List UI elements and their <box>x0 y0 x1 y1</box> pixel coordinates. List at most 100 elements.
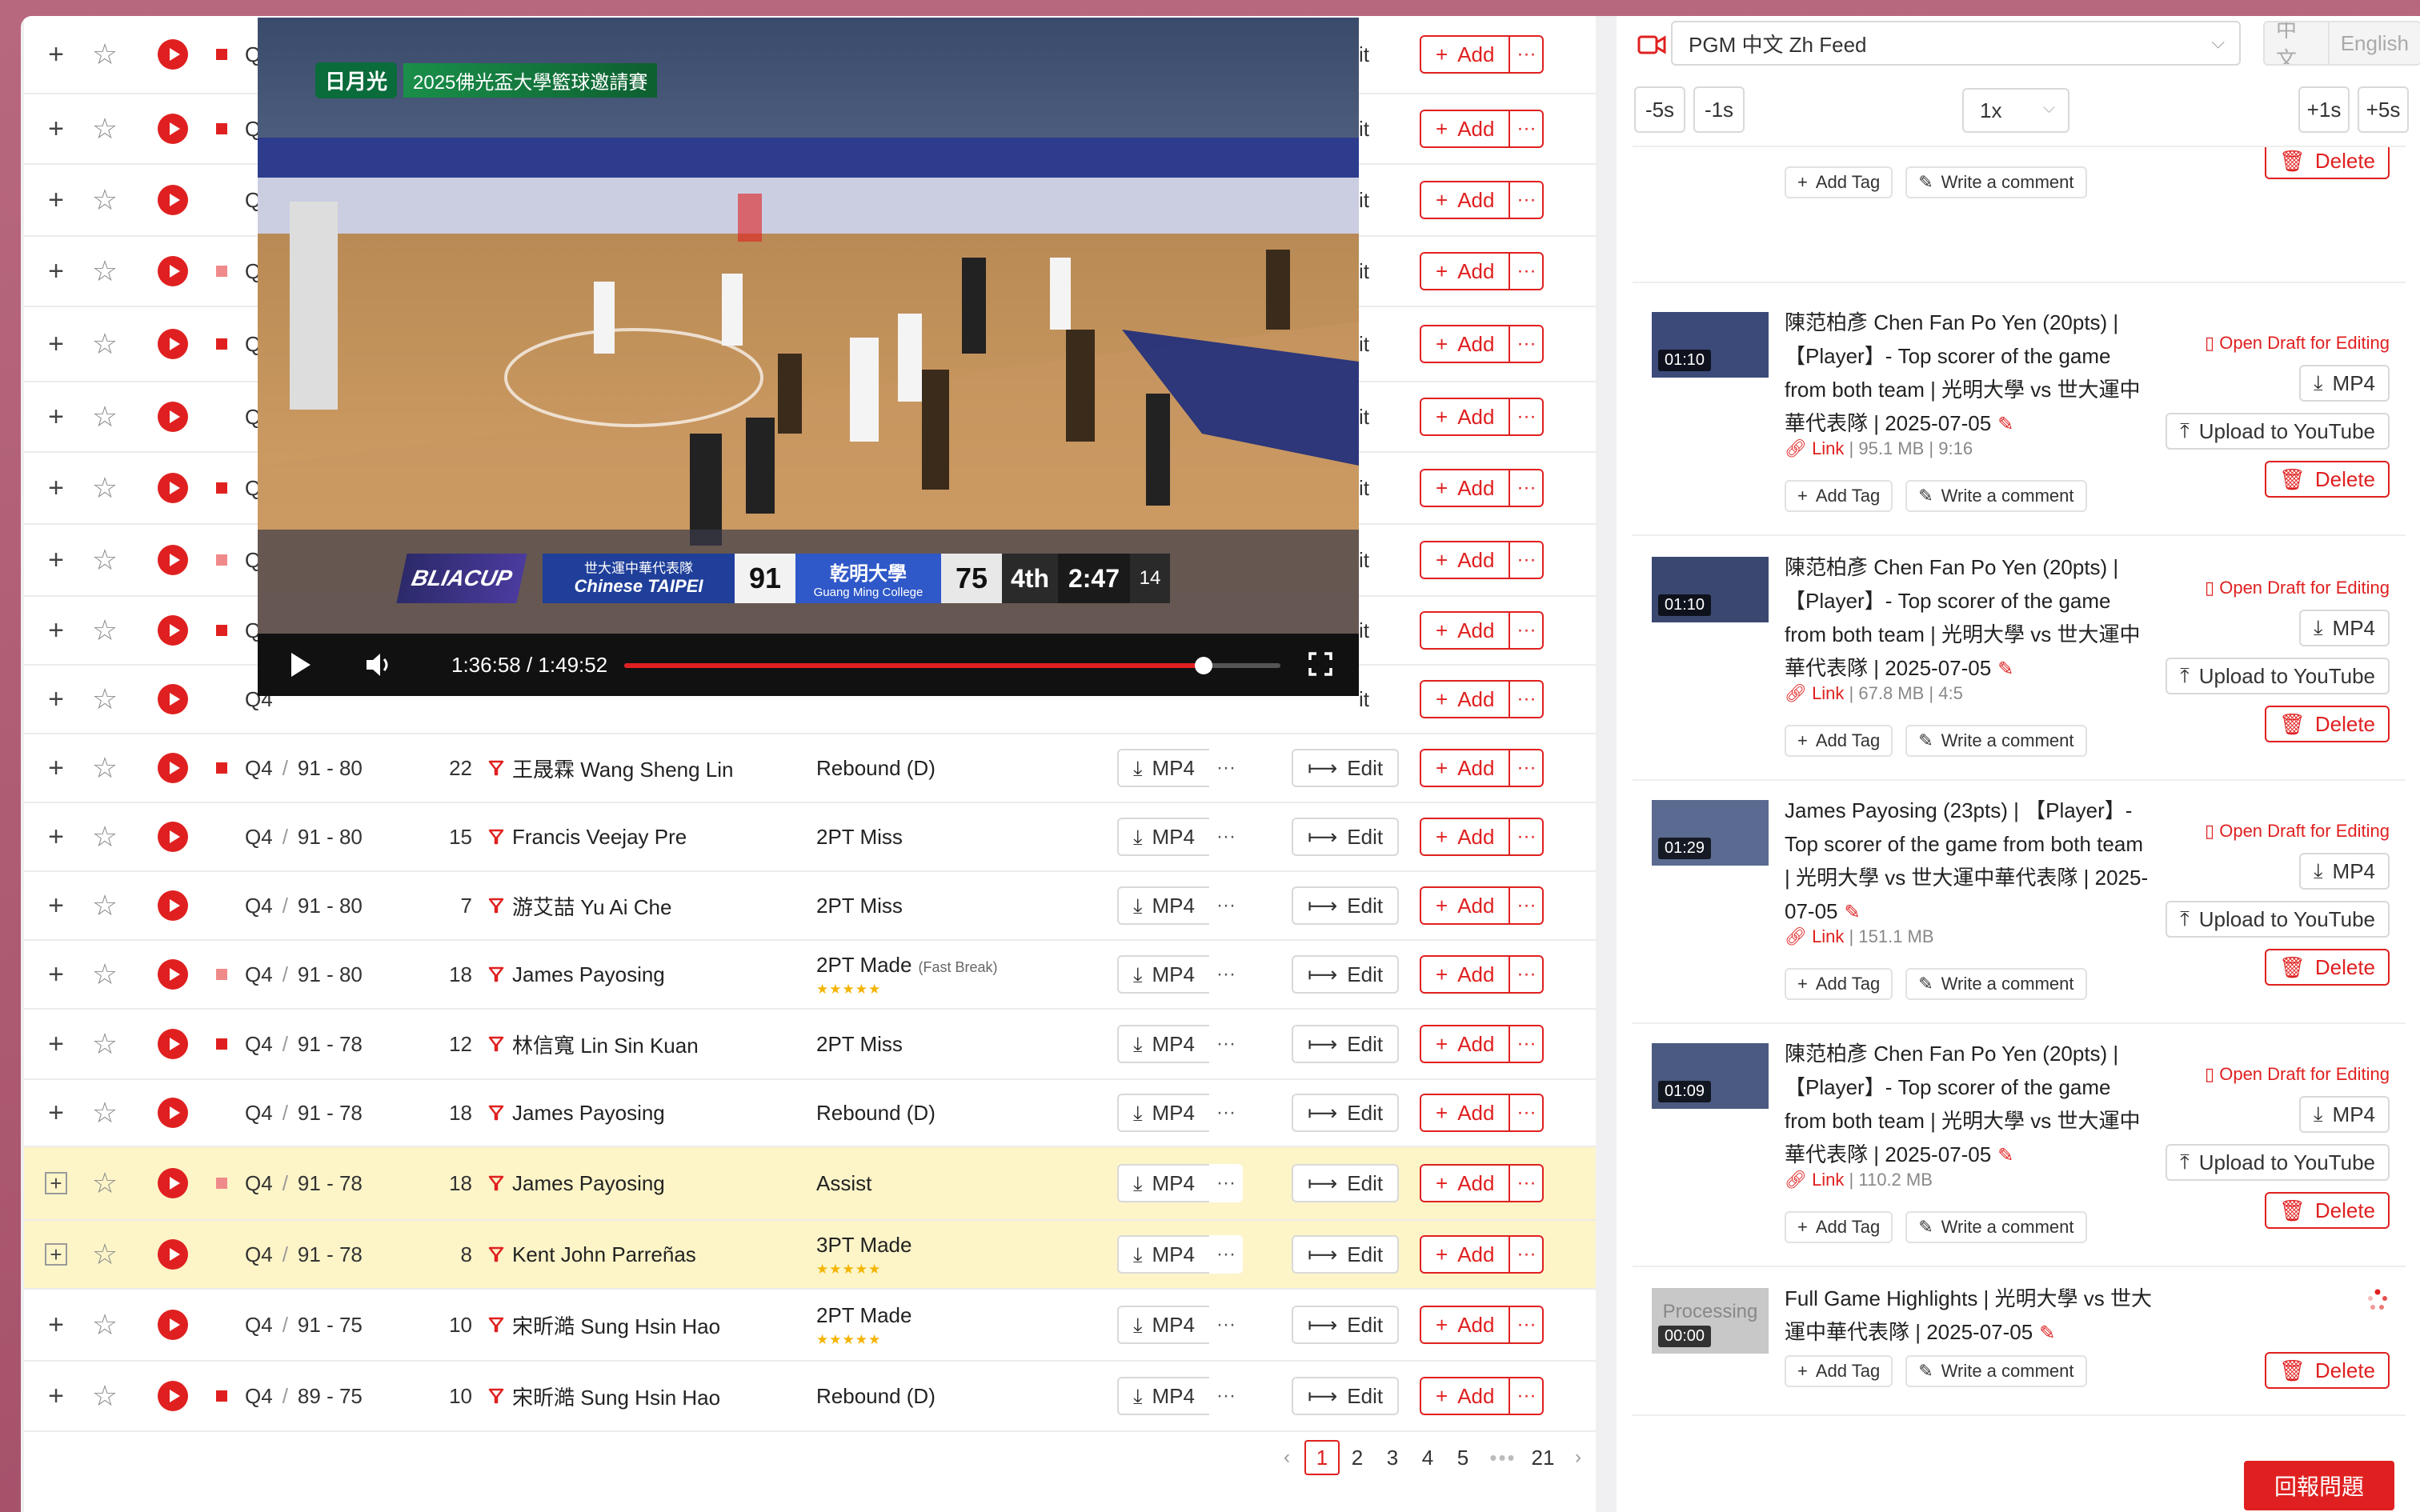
expand-icon[interactable]: + <box>40 1221 72 1288</box>
add-button[interactable]: + Add <box>1420 680 1511 718</box>
star-icon[interactable]: ☆ <box>92 546 118 574</box>
add-more-button[interactable]: ··· <box>1510 886 1545 925</box>
mp4-download-button[interactable]: ⤓ MP4 <box>1117 1306 1209 1344</box>
seek-handle[interactable] <box>1195 657 1212 674</box>
delete-button[interactable]: 🗑︎ Delete <box>2264 706 2390 742</box>
expand-icon[interactable]: + <box>40 597 72 664</box>
mp4-download-button[interactable]: ⤓ MP4 <box>1117 1164 1209 1202</box>
add-more-button[interactable]: ··· <box>1510 818 1545 856</box>
add-more-button[interactable]: ··· <box>1510 749 1545 787</box>
add-button[interactable]: + Add <box>1420 818 1511 856</box>
edit-label-partial[interactable]: it <box>1359 382 1369 451</box>
add-more-button[interactable]: ··· <box>1510 1235 1545 1274</box>
mp4-download-button[interactable]: ⤓ MP4 <box>2299 853 2390 890</box>
play-clip-icon[interactable] <box>158 822 188 852</box>
star-icon[interactable]: ☆ <box>92 1098 118 1127</box>
page-2[interactable]: 2 <box>1340 1440 1375 1475</box>
add-tag-button[interactable]: + Add Tag <box>1785 166 1893 198</box>
add-tag-button[interactable]: + Add Tag <box>1785 1211 1893 1243</box>
play-clip-icon[interactable] <box>158 473 188 503</box>
table-row[interactable]: + ☆ Q4/91 - 78 18 James Payosing Assist … <box>24 1147 1596 1221</box>
add-more-button[interactable]: ··· <box>1510 611 1545 650</box>
play-clip-icon[interactable] <box>158 1310 188 1340</box>
mp4-more-button[interactable]: ··· <box>1208 1094 1243 1132</box>
edit-label-partial[interactable]: it <box>1359 307 1369 381</box>
expand-icon[interactable]: + <box>40 941 72 1008</box>
star-icon[interactable]: ☆ <box>92 186 118 214</box>
clip-thumbnail[interactable]: 01:09 <box>1652 1043 1769 1109</box>
add-button[interactable]: + Add <box>1420 1306 1511 1344</box>
table-row[interactable]: + ☆ Q4/91 - 78 8 Kent John Parreñas 3PT … <box>24 1221 1596 1290</box>
clip-link[interactable]: Link <box>1812 683 1844 703</box>
expand-icon[interactable]: + <box>40 1290 72 1360</box>
star-icon[interactable]: ☆ <box>92 1310 118 1339</box>
add-more-button[interactable]: ··· <box>1510 680 1545 718</box>
star-icon[interactable]: ☆ <box>92 1240 118 1269</box>
add-more-button[interactable]: ··· <box>1510 469 1545 507</box>
add-button[interactable]: + Add <box>1420 181 1511 219</box>
edit-label-partial[interactable]: it <box>1359 16 1369 93</box>
star-icon[interactable]: ☆ <box>92 1382 118 1410</box>
mp4-more-button[interactable]: ··· <box>1208 749 1243 787</box>
edit-button[interactable]: ⟼ Edit <box>1292 886 1400 925</box>
edit-title-icon[interactable]: ✎ <box>1997 1145 2013 1166</box>
table-row[interactable]: + ☆ Q4/91 - 80 7 游艾喆 Yu Ai Che 2PT Miss … <box>24 872 1596 941</box>
write-comment-button[interactable]: ✎ Write a comment <box>1905 1355 2087 1387</box>
edit-button[interactable]: ⟼ Edit <box>1292 818 1400 856</box>
add-button[interactable]: + Add <box>1420 398 1511 436</box>
edit-label-partial[interactable]: it <box>1359 94 1369 163</box>
lang-en-button[interactable]: English <box>2327 22 2420 64</box>
expand-icon[interactable]: + <box>40 1147 72 1219</box>
edit-button[interactable]: ⟼ Edit <box>1292 749 1400 787</box>
edit-label-partial[interactable]: it <box>1359 666 1369 733</box>
add-button[interactable]: + Add <box>1420 541 1511 579</box>
expand-icon[interactable]: + <box>40 16 72 93</box>
report-issue-button[interactable]: 回報問題 <box>2244 1461 2394 1510</box>
expand-icon[interactable]: + <box>40 1010 72 1078</box>
table-row[interactable]: + ☆ Q4/91 - 80 22 王晟霖 Wang Sheng Lin Reb… <box>24 734 1596 803</box>
expand-icon[interactable]: + <box>40 803 72 870</box>
edit-button[interactable]: ⟼ Edit <box>1292 1164 1400 1202</box>
add-more-button[interactable]: ··· <box>1510 110 1545 148</box>
star-icon[interactable]: ☆ <box>92 1030 118 1058</box>
seek-minus5-button[interactable]: -5s <box>1634 86 1685 133</box>
add-more-button[interactable]: ··· <box>1510 35 1545 74</box>
mp4-more-button[interactable]: ··· <box>1208 1025 1243 1063</box>
edit-button[interactable]: ⟼ Edit <box>1292 1235 1400 1274</box>
expand-icon[interactable]: + <box>40 382 72 451</box>
upload-youtube-button[interactable]: ⤒ Upload to YouTube <box>2166 658 2390 694</box>
expand-icon[interactable]: + <box>40 525 72 595</box>
expand-icon[interactable]: + <box>40 734 72 802</box>
expand-icon[interactable]: + <box>40 666 72 733</box>
table-row[interactable]: + ☆ Q4/91 - 75 10 宋昕澔 Sung Hsin Hao 2PT … <box>24 1290 1596 1362</box>
play-clip-icon[interactable] <box>158 256 188 286</box>
add-button[interactable]: + Add <box>1420 1164 1511 1202</box>
page-last[interactable]: 21 <box>1525 1440 1561 1475</box>
play-clip-icon[interactable] <box>158 545 188 575</box>
star-icon[interactable]: ☆ <box>92 754 118 782</box>
page-1[interactable]: 1 <box>1304 1440 1340 1475</box>
fullscreen-icon[interactable] <box>1308 651 1333 677</box>
star-icon[interactable]: ☆ <box>92 114 118 143</box>
edit-label-partial[interactable]: it <box>1359 237 1369 306</box>
add-more-button[interactable]: ··· <box>1510 1377 1545 1415</box>
clip-thumbnail[interactable]: 01:10 <box>1652 312 1769 378</box>
write-comment-button[interactable]: ✎ Write a comment <box>1905 1211 2087 1243</box>
play-clip-icon[interactable] <box>158 402 188 432</box>
edit-title-icon[interactable]: ✎ <box>1845 902 1861 923</box>
delete-button[interactable]: 🗑︎ Delete <box>2264 949 2390 986</box>
delete-button[interactable]: 🗑︎ Delete <box>2264 461 2390 498</box>
mp4-download-button[interactable]: ⤓ MP4 <box>1117 1377 1209 1415</box>
add-tag-button[interactable]: + Add Tag <box>1785 1355 1893 1387</box>
star-icon[interactable]: ☆ <box>92 1169 118 1198</box>
clip-thumbnail[interactable]: 01:29 <box>1652 800 1769 866</box>
open-draft-link[interactable]: ▯ Open Draft for Editing <box>2205 821 2390 842</box>
mp4-download-button[interactable]: ⤓ MP4 <box>1117 1094 1209 1132</box>
play-clip-icon[interactable] <box>158 890 188 921</box>
add-button[interactable]: + Add <box>1420 1377 1511 1415</box>
edit-button[interactable]: ⟼ Edit <box>1292 1306 1400 1344</box>
mp4-download-button[interactable]: ⤓ MP4 <box>1117 1235 1209 1274</box>
edit-button[interactable]: ⟼ Edit <box>1292 1377 1400 1415</box>
star-icon[interactable]: ☆ <box>92 960 118 989</box>
edit-label-partial[interactable]: it <box>1359 597 1369 664</box>
